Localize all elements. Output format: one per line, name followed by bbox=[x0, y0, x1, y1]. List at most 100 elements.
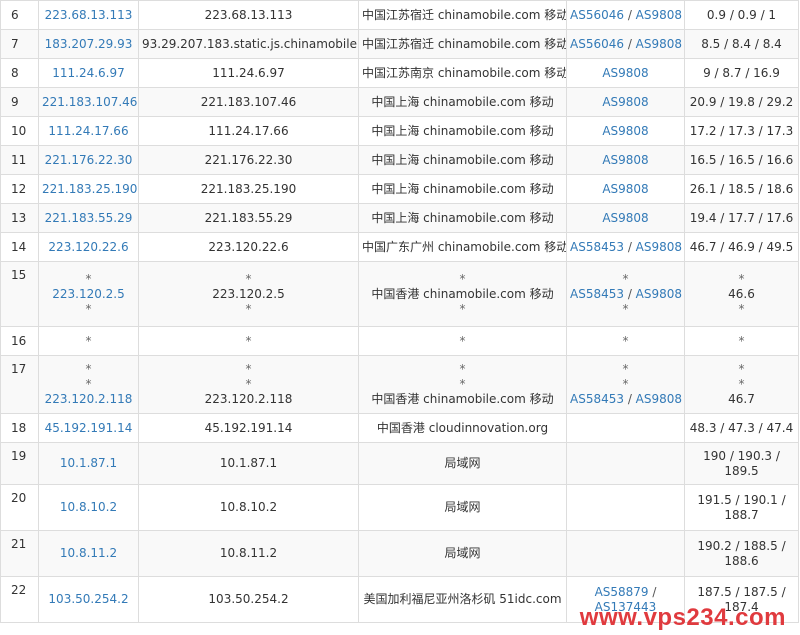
hop-number: 7 bbox=[0, 29, 39, 59]
hop-number: 19 bbox=[0, 442, 39, 485]
asn-link[interactable]: AS9808 bbox=[602, 153, 648, 167]
asn-cell bbox=[566, 484, 685, 531]
cell-line: 20.9 / 19.8 / 29.2 bbox=[689, 94, 794, 109]
asn-link[interactable]: AS56046 bbox=[570, 8, 624, 22]
hop-number: 13 bbox=[0, 203, 39, 233]
table-row: 13 221.183.55.29 221.183.55.29 中国上海 chinamo… bbox=[0, 203, 799, 233]
cell-line[interactable]: 111.24.6.97 bbox=[42, 66, 135, 81]
hop-number: 17 bbox=[0, 355, 39, 414]
cell-line: 46.6 bbox=[728, 286, 755, 301]
location-cell: 美国加利福尼亚州洛杉矶 51idc.com bbox=[358, 576, 567, 623]
cell-line[interactable]: 223.120.22.6 bbox=[42, 240, 135, 255]
asn-link[interactable]: AS9808 bbox=[636, 240, 682, 254]
asn-link[interactable]: AS58453 bbox=[570, 240, 624, 254]
asn-link[interactable]: AS9808 bbox=[636, 287, 682, 301]
cell-line: 中国上海 chinamobile.com 移动 bbox=[371, 210, 554, 225]
latency-cell: 26.1 / 18.5 / 18.6 bbox=[684, 174, 799, 204]
cell-line: 局域网 bbox=[444, 456, 481, 470]
asn-line: * bbox=[570, 362, 681, 377]
cell-line[interactable]: 183.207.29.93 bbox=[42, 37, 135, 52]
latency-cell: 190 / 190.3 /189.5 bbox=[684, 442, 799, 485]
table-row: 20 10.8.10.2 10.8.10.2 局域网 191.5 / 190.1 /18… bbox=[0, 484, 799, 531]
cell-line: 9 / 8.7 / 16.9 bbox=[703, 65, 780, 80]
cell-line: 188.7 bbox=[724, 507, 759, 522]
asn-line: AS58879 / bbox=[570, 585, 681, 600]
latency-cell: 0.9 / 0.9 / 1 bbox=[684, 0, 799, 30]
cell-line: 0.9 / 0.9 / 1 bbox=[706, 7, 777, 22]
cell-line: 223.120.2.5 bbox=[212, 286, 285, 301]
asn-link[interactable]: AS9808 bbox=[636, 392, 682, 406]
asn-link[interactable]: AS9808 bbox=[636, 37, 682, 51]
asn-cell: AS9808 bbox=[566, 58, 685, 88]
cell-line[interactable]: 221.183.55.29 bbox=[42, 211, 135, 226]
latency-cell: 190.2 / 188.5 /188.6 bbox=[684, 530, 799, 577]
location-cell: 中国上海 chinamobile.com 移动 bbox=[358, 203, 567, 233]
table-row: 11 221.176.22.30 221.176.22.30 中国上海 chinamo… bbox=[0, 145, 799, 175]
asn-separator: / bbox=[648, 584, 657, 599]
hop-number: 9 bbox=[0, 87, 39, 117]
cell-line: 中国上海 chinamobile.com 移动 bbox=[371, 152, 554, 167]
traceroute-body: 6 223.68.13.113 223.68.13.113 中国江苏宿迁 chinam… bbox=[0, 0, 799, 623]
hostname-cell: 10.8.10.2 bbox=[138, 484, 359, 531]
cell-line: 223.68.13.113 bbox=[204, 7, 293, 22]
asn-link[interactable]: AS9808 bbox=[636, 8, 682, 22]
latency-cell: 19.4 / 17.7 / 17.6 bbox=[684, 203, 799, 233]
cell-line[interactable]: 223.120.2.118 bbox=[42, 392, 135, 407]
location-cell: 中国上海 chinamobile.com 移动 bbox=[358, 145, 567, 175]
asn-link[interactable]: AS9808 bbox=[602, 66, 648, 80]
cell-line: 48.3 / 47.3 / 47.4 bbox=[689, 420, 794, 435]
asn-separator: / bbox=[624, 36, 636, 51]
asn-link[interactable]: AS56046 bbox=[570, 37, 624, 51]
cell-line[interactable]: 221.176.22.30 bbox=[42, 153, 135, 168]
table-row: 7 183.207.29.93 93.29.207.183.static.js.ch… bbox=[0, 29, 799, 59]
table-row: 18 45.192.191.14 45.192.191.14 中国香港 cloudin… bbox=[0, 413, 799, 443]
asn-link[interactable]: AS58453 bbox=[570, 392, 624, 406]
hop-number: 11 bbox=[0, 145, 39, 175]
location-cell: * bbox=[358, 326, 567, 356]
cell-line: 111.24.6.97 bbox=[212, 65, 285, 80]
asn-link[interactable]: AS9808 bbox=[602, 95, 648, 109]
location-cell: 中国香港 cloudinnovation.org bbox=[358, 413, 567, 443]
asn-separator: * bbox=[622, 333, 629, 348]
cell-line[interactable]: 223.120.2.5 bbox=[42, 287, 135, 302]
asn-link[interactable]: AS58453 bbox=[570, 287, 624, 301]
table-row: 21 10.8.11.2 10.8.11.2 局域网 190.2 / 188.5 /18… bbox=[0, 530, 799, 577]
cell-line[interactable]: 221.183.107.46 bbox=[42, 95, 137, 110]
asn-line: AS9808 bbox=[570, 66, 681, 81]
cell-line[interactable]: 223.68.13.113 bbox=[42, 8, 135, 23]
cell-line[interactable]: 10.1.87.1 bbox=[42, 456, 135, 471]
asn-separator: / bbox=[624, 392, 636, 406]
cell-line[interactable]: 221.183.25.190 bbox=[42, 182, 137, 197]
ip-cell: 223.120.22.6 bbox=[38, 232, 139, 262]
cell-line[interactable]: 10.8.11.2 bbox=[42, 546, 135, 561]
cell-line: 美国加利福尼亚州洛杉矶 51idc.com bbox=[363, 592, 562, 606]
asn-separator: * bbox=[622, 301, 629, 316]
cell-line[interactable]: 111.24.17.66 bbox=[42, 124, 135, 139]
cell-line: * bbox=[245, 333, 252, 348]
cell-line[interactable]: 45.192.191.14 bbox=[42, 421, 135, 436]
asn-line: AS9808 bbox=[570, 95, 681, 110]
cell-line: * bbox=[738, 271, 745, 286]
table-row: 8 111.24.6.97 111.24.6.97 中国江苏南京 chinamobil… bbox=[0, 58, 799, 88]
hostname-cell: 10.8.11.2 bbox=[138, 530, 359, 577]
cell-line: 221.183.107.46 bbox=[200, 94, 297, 109]
cell-line: 中国广东广州 chinamobile.com 移动 bbox=[362, 239, 567, 254]
asn-link[interactable]: AS9808 bbox=[602, 211, 648, 225]
ip-cell: 10.1.87.1 bbox=[38, 442, 139, 485]
asn-link[interactable]: AS58879 bbox=[595, 585, 649, 599]
hostname-cell: 223.120.22.6 bbox=[138, 232, 359, 262]
asn-link[interactable]: AS9808 bbox=[602, 124, 648, 138]
location-cell: 中国上海 chinamobile.com 移动 bbox=[358, 87, 567, 117]
cell-line: * bbox=[245, 377, 252, 391]
cell-line: 187.5 / 187.5 / bbox=[697, 584, 786, 599]
cell-line: 中国上海 chinamobile.com 移动 bbox=[371, 123, 554, 138]
watermark: www.vps234.com bbox=[579, 604, 786, 631]
cell-line: * bbox=[85, 271, 92, 286]
asn-link[interactable]: AS9808 bbox=[602, 182, 648, 196]
cell-line[interactable]: 10.8.10.2 bbox=[42, 500, 135, 515]
cell-line: 46.7 / 46.9 / 49.5 bbox=[689, 239, 794, 254]
asn-separator: / bbox=[624, 286, 636, 301]
table-row: 12 221.183.25.190 221.183.25.190 中国上海 china… bbox=[0, 174, 799, 204]
asn-line: AS58453 / AS9808 bbox=[570, 240, 682, 255]
cell-line[interactable]: 103.50.254.2 bbox=[42, 592, 135, 607]
